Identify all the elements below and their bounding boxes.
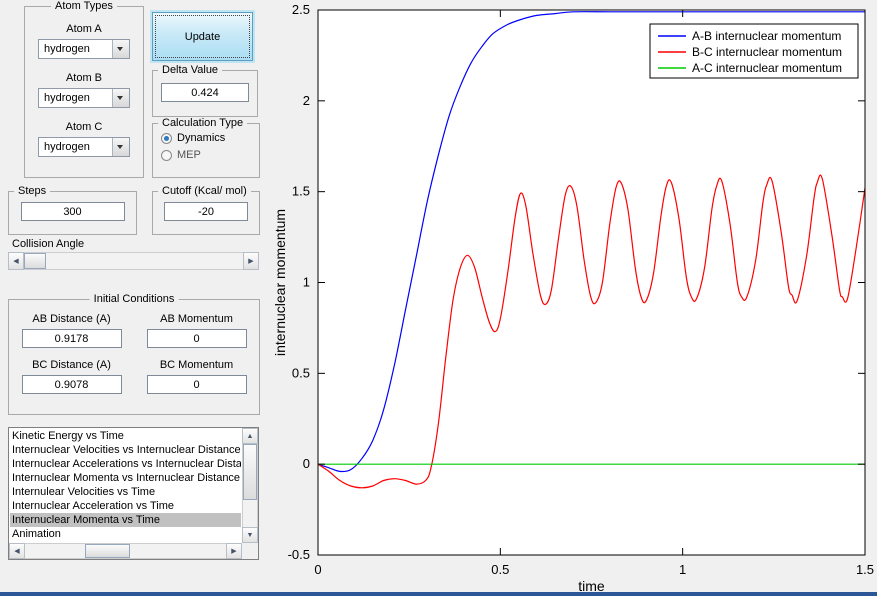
bc-distance-input[interactable] [21,375,122,394]
calculation-type-title: Calculation Type [158,117,248,129]
app-window: Atom Types Atom A hydrogen Atom B hydrog… [0,0,877,596]
radio-mep-circle[interactable] [161,149,172,161]
atom-c-value: hydrogen [44,141,90,153]
atom-a-value: hydrogen [44,43,90,55]
atom-b-label: Atom B [65,72,103,84]
list-horizontal-scrollbar[interactable]: ◀ ▶ [9,543,242,559]
list-item[interactable]: Kinetic Energy vs Time [10,429,241,443]
list-item[interactable]: Internuclear Acceleration vs Time [10,499,241,513]
atom-c-label: Atom C [65,121,103,133]
delta-value-input[interactable] [161,83,249,102]
list-item[interactable]: Internuclear Momenta vs Internuclear Dis… [10,471,241,485]
y-tick-label: 2 [303,93,310,108]
collision-angle-thumb[interactable] [24,253,46,269]
atom-types-panel: Atom Types Atom A hydrogen Atom B hydrog… [24,0,144,178]
steps-title: Steps [14,185,51,197]
x-tick-label: 0.5 [491,562,509,577]
scroll-up-button[interactable]: ▲ [242,428,258,444]
atom-c-dropdown[interactable]: hydrogen [38,137,130,157]
legend-entry-label: B-C internuclear momentum [692,45,842,59]
list-item[interactable]: Internuclear Momenta vs Time [10,513,241,527]
scroll-left-button[interactable]: ◀ [8,252,24,270]
collision-angle-scrollbar[interactable]: ◀ ▶ [8,252,259,270]
steps-input[interactable] [20,202,125,221]
legend-entry-label: A-B internuclear momentum [692,29,841,43]
ab-momentum-label: AB Momentum [160,313,233,325]
atom-a-dropdown[interactable]: hydrogen [38,39,130,59]
bc-momentum-input[interactable] [146,375,247,394]
list-vscroll-track[interactable] [242,444,258,527]
bc-momentum-label: BC Momentum [159,359,234,371]
atom-a-dropdown-button[interactable] [112,40,129,58]
radio-dynamics-circle[interactable] [161,132,172,144]
atom-b-dropdown[interactable]: hydrogen [38,88,130,108]
atom-types-title: Atom Types [51,0,117,12]
collision-angle-label: Collision Angle [12,238,85,250]
steps-panel: Steps [8,185,137,235]
chevron-down-icon [117,96,123,100]
radio-mep-label: MEP [177,149,201,161]
scroll-right-button[interactable]: ▶ [226,543,242,559]
scroll-left-button[interactable]: ◀ [9,543,25,559]
radio-mep[interactable]: MEP [161,149,259,161]
cutoff-panel: Cutoff (Kcal/ mol) [152,185,260,235]
atom-a-label: Atom A [66,23,102,35]
chevron-down-icon [117,47,123,51]
ab-momentum-input[interactable] [146,329,247,348]
list-hscroll-thumb[interactable] [85,544,130,558]
list-hscroll-track[interactable] [25,543,226,559]
ab-distance-input[interactable] [21,329,122,348]
x-tick-label: 0 [314,562,321,577]
ab-distance-label: AB Distance (A) [32,313,111,325]
scroll-down-button[interactable]: ▼ [242,527,258,543]
update-button[interactable]: Update [152,12,253,61]
scrollbar-corner [242,543,258,559]
y-tick-label: 0 [303,456,310,471]
scroll-right-button[interactable]: ▶ [243,252,259,270]
list-vertical-scrollbar[interactable]: ▲ ▼ [242,428,258,543]
cutoff-title: Cutoff (Kcal/ mol) [158,185,251,197]
list-vscroll-thumb[interactable] [243,444,257,500]
y-tick-label: 1 [303,275,310,290]
delta-value-panel: Delta Value [152,64,258,117]
initial-conditions-title: Initial Conditions [89,293,179,305]
atom-b-value: hydrogen [44,92,90,104]
calculation-type-panel: Calculation Type Dynamics MEP [152,117,260,178]
x-tick-label: 1 [679,562,686,577]
y-tick-label: 0.5 [292,365,310,380]
cutoff-input[interactable] [164,202,248,221]
list-item[interactable]: Internulear Velocities vs Time [10,485,241,499]
initial-conditions-panel: Initial Conditions AB Distance (A) AB Mo… [8,293,260,415]
atom-b-dropdown-button[interactable] [112,89,129,107]
bc-distance-label: BC Distance (A) [32,359,111,371]
legend-entry-label: A-C internuclear momentum [692,61,842,75]
window-bottom-edge [0,592,877,596]
radio-dynamics-label: Dynamics [177,132,226,144]
plot-type-listbox[interactable]: Kinetic Energy vs Time Internuclear Velo… [8,427,259,560]
radio-dynamics[interactable]: Dynamics [161,132,259,144]
y-tick-label: 2.5 [292,2,310,17]
chart-svg: 0 0.5 1 1.5-0.500.511.522.5timeinternuclear… [272,2,874,594]
list-item[interactable]: Internuclear Accelerations vs Internucle… [10,457,241,471]
y-tick-label: -0.5 [288,547,310,562]
atom-c-dropdown-button[interactable] [112,138,129,156]
collision-angle-track[interactable] [24,252,243,270]
y-tick-label: 1.5 [292,184,310,199]
momentum-chart: 0 0.5 1 1.5 -0.5 0 0.5 1 1.5 2 2.5 time internuclear… [265,0,877,596]
plot-type-list: Kinetic Energy vs Time Internuclear Velo… [10,429,241,542]
y-axis-label: internuclear momentum [272,209,288,356]
list-item[interactable]: Animation [10,527,241,541]
delta-value-title: Delta Value [158,64,223,76]
chevron-down-icon [117,145,123,149]
x-tick-label: 1.5 [856,562,874,577]
plot-background [318,10,865,555]
list-item[interactable]: Internuclear Velocities vs Internuclear … [10,443,241,457]
